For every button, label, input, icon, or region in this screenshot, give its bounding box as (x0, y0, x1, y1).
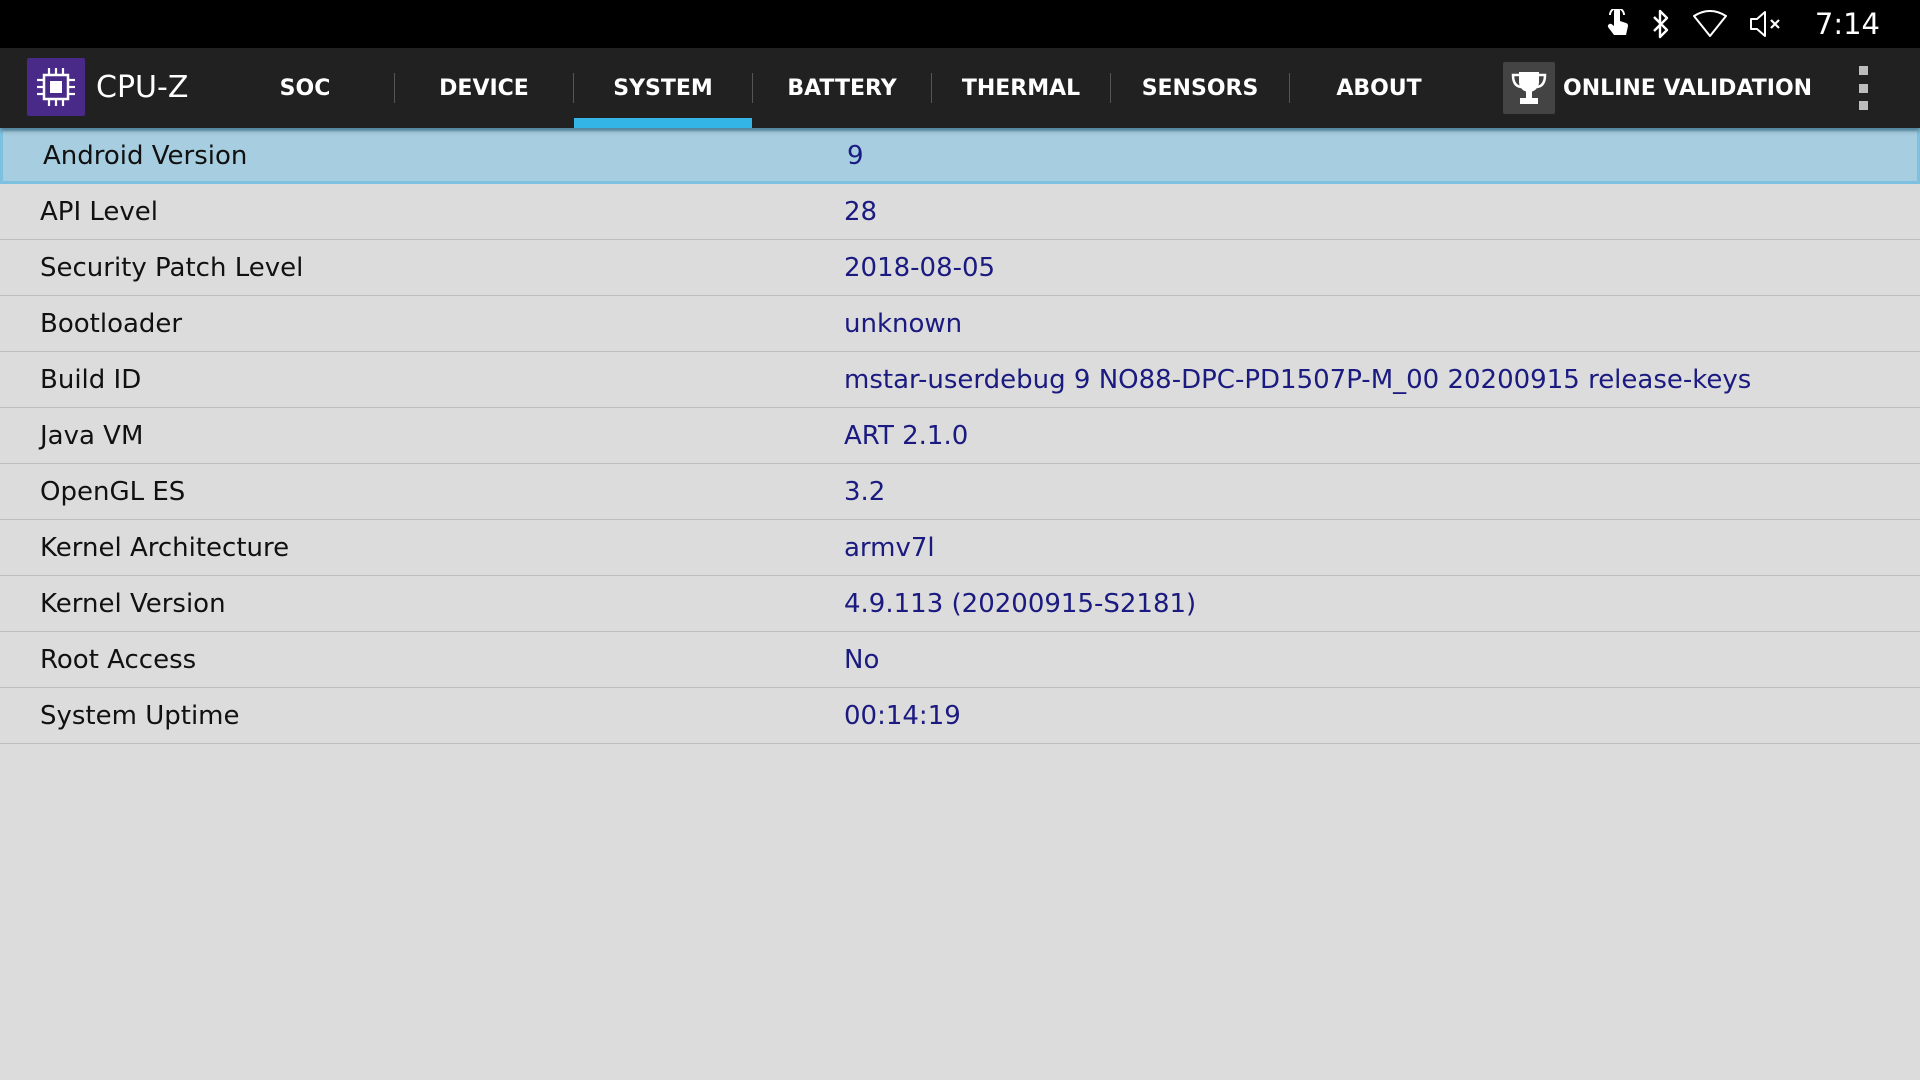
tab-bar: SOC DEVICE SYSTEM BATTERY THERMAL SENSOR… (216, 48, 1468, 128)
info-value: 00:14:19 (844, 700, 961, 731)
tab-system[interactable]: SYSTEM (574, 48, 752, 128)
touch-icon (1605, 9, 1629, 39)
tab-thermal[interactable]: THERMAL (932, 48, 1110, 128)
info-row-system-uptime[interactable]: System Uptime 00:14:19 (0, 688, 1920, 744)
online-validation-button[interactable]: ONLINE VALIDATION (1503, 48, 1812, 128)
info-value: 4.9.113 (20200915-S2181) (844, 588, 1197, 619)
tab-sensors[interactable]: SENSORS (1111, 48, 1289, 128)
info-label: System Uptime (40, 700, 240, 731)
info-row-kernel-version[interactable]: Kernel Version 4.9.113 (20200915-S2181) (0, 576, 1920, 632)
bluetooth-icon (1651, 9, 1671, 39)
trophy-icon (1503, 62, 1555, 114)
overflow-menu-icon[interactable] (1848, 66, 1878, 110)
info-label: Kernel Architecture (40, 532, 290, 563)
info-row-api-level[interactable]: API Level 28 (0, 184, 1920, 240)
info-value: 3.2 (844, 476, 886, 507)
app-title: CPU-Z (96, 70, 189, 105)
info-label: Kernel Version (40, 588, 226, 619)
info-value: mstar-userdebug 9 NO88-DPC-PD1507P-M_00 … (844, 364, 1752, 395)
online-validation-label: ONLINE VALIDATION (1563, 75, 1813, 101)
cpu-chip-icon (27, 58, 85, 116)
app-bar: CPU-Z SOC DEVICE SYSTEM BATTERY THERMAL … (0, 48, 1920, 128)
info-row-android-version[interactable]: Android Version 9 (0, 128, 1920, 184)
volume-muted-icon (1749, 9, 1783, 39)
info-row-kernel-architecture[interactable]: Kernel Architecture armv7l (0, 520, 1920, 576)
status-time: 7:14 (1814, 7, 1880, 41)
tab-soc[interactable]: SOC (216, 48, 394, 128)
info-label: Root Access (40, 644, 197, 675)
info-label: Security Patch Level (40, 252, 304, 283)
info-row-opengl-es[interactable]: OpenGL ES 3.2 (0, 464, 1920, 520)
info-value: 28 (844, 196, 878, 227)
info-label: Bootloader (40, 308, 183, 339)
info-value: ART 2.1.0 (844, 420, 969, 451)
info-label: Build ID (40, 364, 142, 395)
info-label: OpenGL ES (40, 476, 186, 507)
tab-about[interactable]: ABOUT (1290, 48, 1468, 128)
info-row-bootloader[interactable]: Bootloader unknown (0, 296, 1920, 352)
info-value: 2018-08-05 (844, 252, 996, 283)
system-info-list: Android Version 9 API Level 28 Security … (0, 128, 1920, 744)
info-value: unknown (844, 308, 963, 339)
info-label: API Level (40, 196, 159, 227)
wifi-icon (1692, 10, 1727, 38)
info-row-root-access[interactable]: Root Access No (0, 632, 1920, 688)
info-label: Java VM (40, 420, 144, 451)
info-value: 9 (847, 141, 864, 171)
info-value: armv7l (844, 532, 935, 563)
tab-device[interactable]: DEVICE (395, 48, 573, 128)
status-bar: 7:14 (0, 0, 1920, 48)
info-row-build-id[interactable]: Build ID mstar-userdebug 9 NO88-DPC-PD15… (0, 352, 1920, 408)
info-row-java-vm[interactable]: Java VM ART 2.1.0 (0, 408, 1920, 464)
info-label: Android Version (43, 141, 248, 171)
tab-battery[interactable]: BATTERY (753, 48, 931, 128)
status-icons: 7:14 (1605, 0, 1880, 48)
info-row-security-patch-level[interactable]: Security Patch Level 2018-08-05 (0, 240, 1920, 296)
info-value: No (844, 644, 880, 675)
